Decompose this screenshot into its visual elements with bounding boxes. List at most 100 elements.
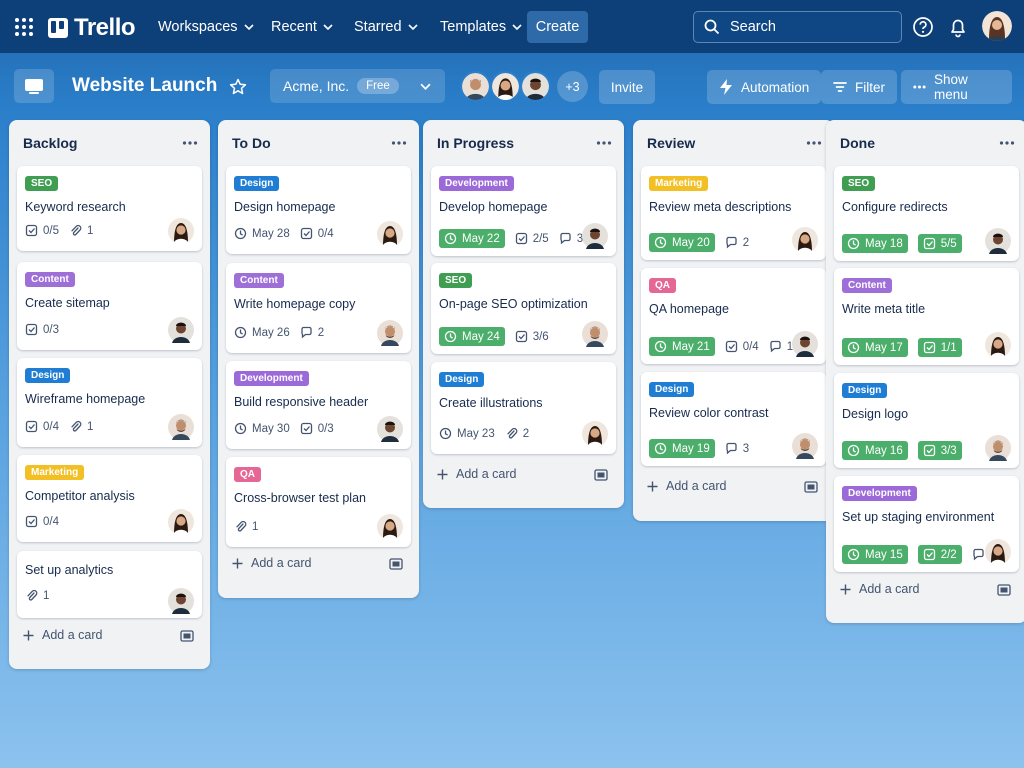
create-button[interactable]: Create [527,11,588,43]
assignee-avatar[interactable] [985,228,1011,254]
card[interactable]: Development Set up staging environment May… [834,476,1019,572]
trello-logo[interactable]: Trello [48,14,136,42]
list-title[interactable]: Backlog [23,135,77,151]
card-title: Create sitemap [25,296,110,310]
assignee-avatar[interactable] [792,227,818,253]
card-template-icon[interactable] [389,558,403,570]
starred-menu[interactable]: Starred [344,12,428,42]
card[interactable]: Content Write homepage copy May 26 2 [226,263,411,353]
assignee-avatar[interactable] [168,588,194,614]
add-card-button[interactable]: Add a card [23,628,102,642]
assignee-avatar[interactable] [168,218,194,244]
add-card-button[interactable]: Add a card [232,556,311,570]
list-title[interactable]: To Do [232,135,271,151]
card[interactable]: Design Design logo May 16 3/3 [834,373,1019,468]
assignee-avatar[interactable] [792,331,818,357]
card[interactable]: Design Create illustrations May 23 2 [431,362,616,454]
assignee-avatar[interactable] [168,509,194,535]
assignee-avatar[interactable] [377,514,403,540]
card[interactable]: Content Write meta title May 17 1/1 [834,268,1019,365]
card[interactable]: SEO On-page SEO optimization May 24 3/6 [431,263,616,354]
notifications-bell-icon[interactable] [947,16,969,38]
search-input[interactable]: Search [693,11,902,43]
card-template-icon[interactable] [997,584,1011,596]
assignee-avatar[interactable] [985,539,1011,565]
templates-menu[interactable]: Templates [430,12,532,42]
card-template-icon[interactable] [180,630,194,642]
card[interactable]: SEO Configure redirects May 18 5/5 [834,166,1019,261]
list-actions-dots-icon[interactable] [596,140,612,146]
list-actions-dots-icon[interactable] [999,140,1015,146]
comment-badge: 3 [725,442,749,455]
card-label: Design [234,176,280,191]
assignee-avatar[interactable] [377,221,403,247]
more-members-count[interactable]: +3 [557,71,588,102]
card[interactable]: Design Design homepage May 28 0/4 [226,166,411,254]
assignee-avatar[interactable] [985,435,1011,461]
board-switcher-button[interactable] [14,69,54,103]
add-card-label: Add a card [666,479,727,493]
card-title: Review meta descriptions [649,200,792,214]
add-card-button[interactable]: Add a card [840,582,919,596]
assignee-avatar[interactable] [582,223,608,249]
user-avatar[interactable] [982,11,1012,41]
card[interactable]: Content Create sitemap 0/3 [17,262,202,350]
card-template-icon[interactable] [804,481,818,493]
workspace-selector[interactable]: Acme, Inc. Free [270,69,445,103]
assignee-avatar[interactable] [377,416,403,442]
recent-menu[interactable]: Recent [261,12,343,42]
card-template-icon[interactable] [594,469,608,481]
list-actions-dots-icon[interactable] [806,140,822,146]
member-avatar[interactable] [460,71,491,102]
chevron-down-icon [407,24,418,31]
clock-icon [444,232,457,245]
help-icon[interactable] [912,16,934,38]
card[interactable]: QA QA homepage May 21 0/4 1 [641,268,826,364]
card-label: Development [842,486,917,501]
add-card-button[interactable]: Add a card [437,467,516,481]
card[interactable]: Marketing Competitor analysis 0/4 [17,455,202,542]
card[interactable]: QA Cross-browser test plan 1 [226,457,411,547]
card[interactable]: Marketing Review meta descriptions May 20 2 [641,166,826,260]
card[interactable]: Design Wireframe homepage 0/4 1 [17,358,202,447]
list-title[interactable]: Review [647,135,695,151]
comment-icon [301,326,312,339]
list-actions-dots-icon[interactable] [391,140,407,146]
assignee-avatar[interactable] [985,332,1011,358]
card[interactable]: Design Review color contrast May 19 3 [641,372,826,466]
card[interactable]: SEO Keyword research 0/5 1 [17,166,202,251]
assignee-avatar[interactable] [582,321,608,347]
add-card-label: Add a card [456,467,517,481]
card-label: Content [25,272,75,287]
member-avatar[interactable] [490,71,521,102]
card[interactable]: Development Build responsive header May 30… [226,361,411,449]
assignee-avatar[interactable] [792,433,818,459]
add-card-button[interactable]: Add a card [647,479,726,493]
automation-button[interactable]: Automation [707,70,822,104]
invite-button[interactable]: Invite [599,70,655,104]
attachment-icon [71,420,82,432]
attachment-icon [236,520,247,532]
member-avatar[interactable] [520,71,551,102]
board-title[interactable]: Website Launch [72,75,217,97]
list-title[interactable]: Done [840,135,875,151]
assignee-avatar[interactable] [582,421,608,447]
filter-button[interactable]: Filter [821,70,897,104]
card-label: Content [234,273,284,288]
assignee-avatar[interactable] [168,414,194,440]
list-title[interactable]: In Progress [437,135,514,151]
card-badges: 0/4 [25,515,59,528]
app-switcher-icon[interactable] [14,17,34,37]
workspaces-menu[interactable]: Workspaces [148,12,264,42]
card[interactable]: Set up analytics 1 [17,551,202,618]
show-menu-button[interactable]: Show menu [901,70,1012,104]
due-date-badge: May 22 [439,229,505,248]
assignee-avatar[interactable] [377,320,403,346]
assignee-avatar[interactable] [168,317,194,343]
star-icon[interactable] [229,78,247,96]
card[interactable]: Development Develop homepage May 22 2/5 3 [431,166,616,256]
list-actions-dots-icon[interactable] [182,140,198,146]
clock-icon [234,326,247,339]
comment-icon [726,236,737,249]
checklist-icon [25,420,38,433]
